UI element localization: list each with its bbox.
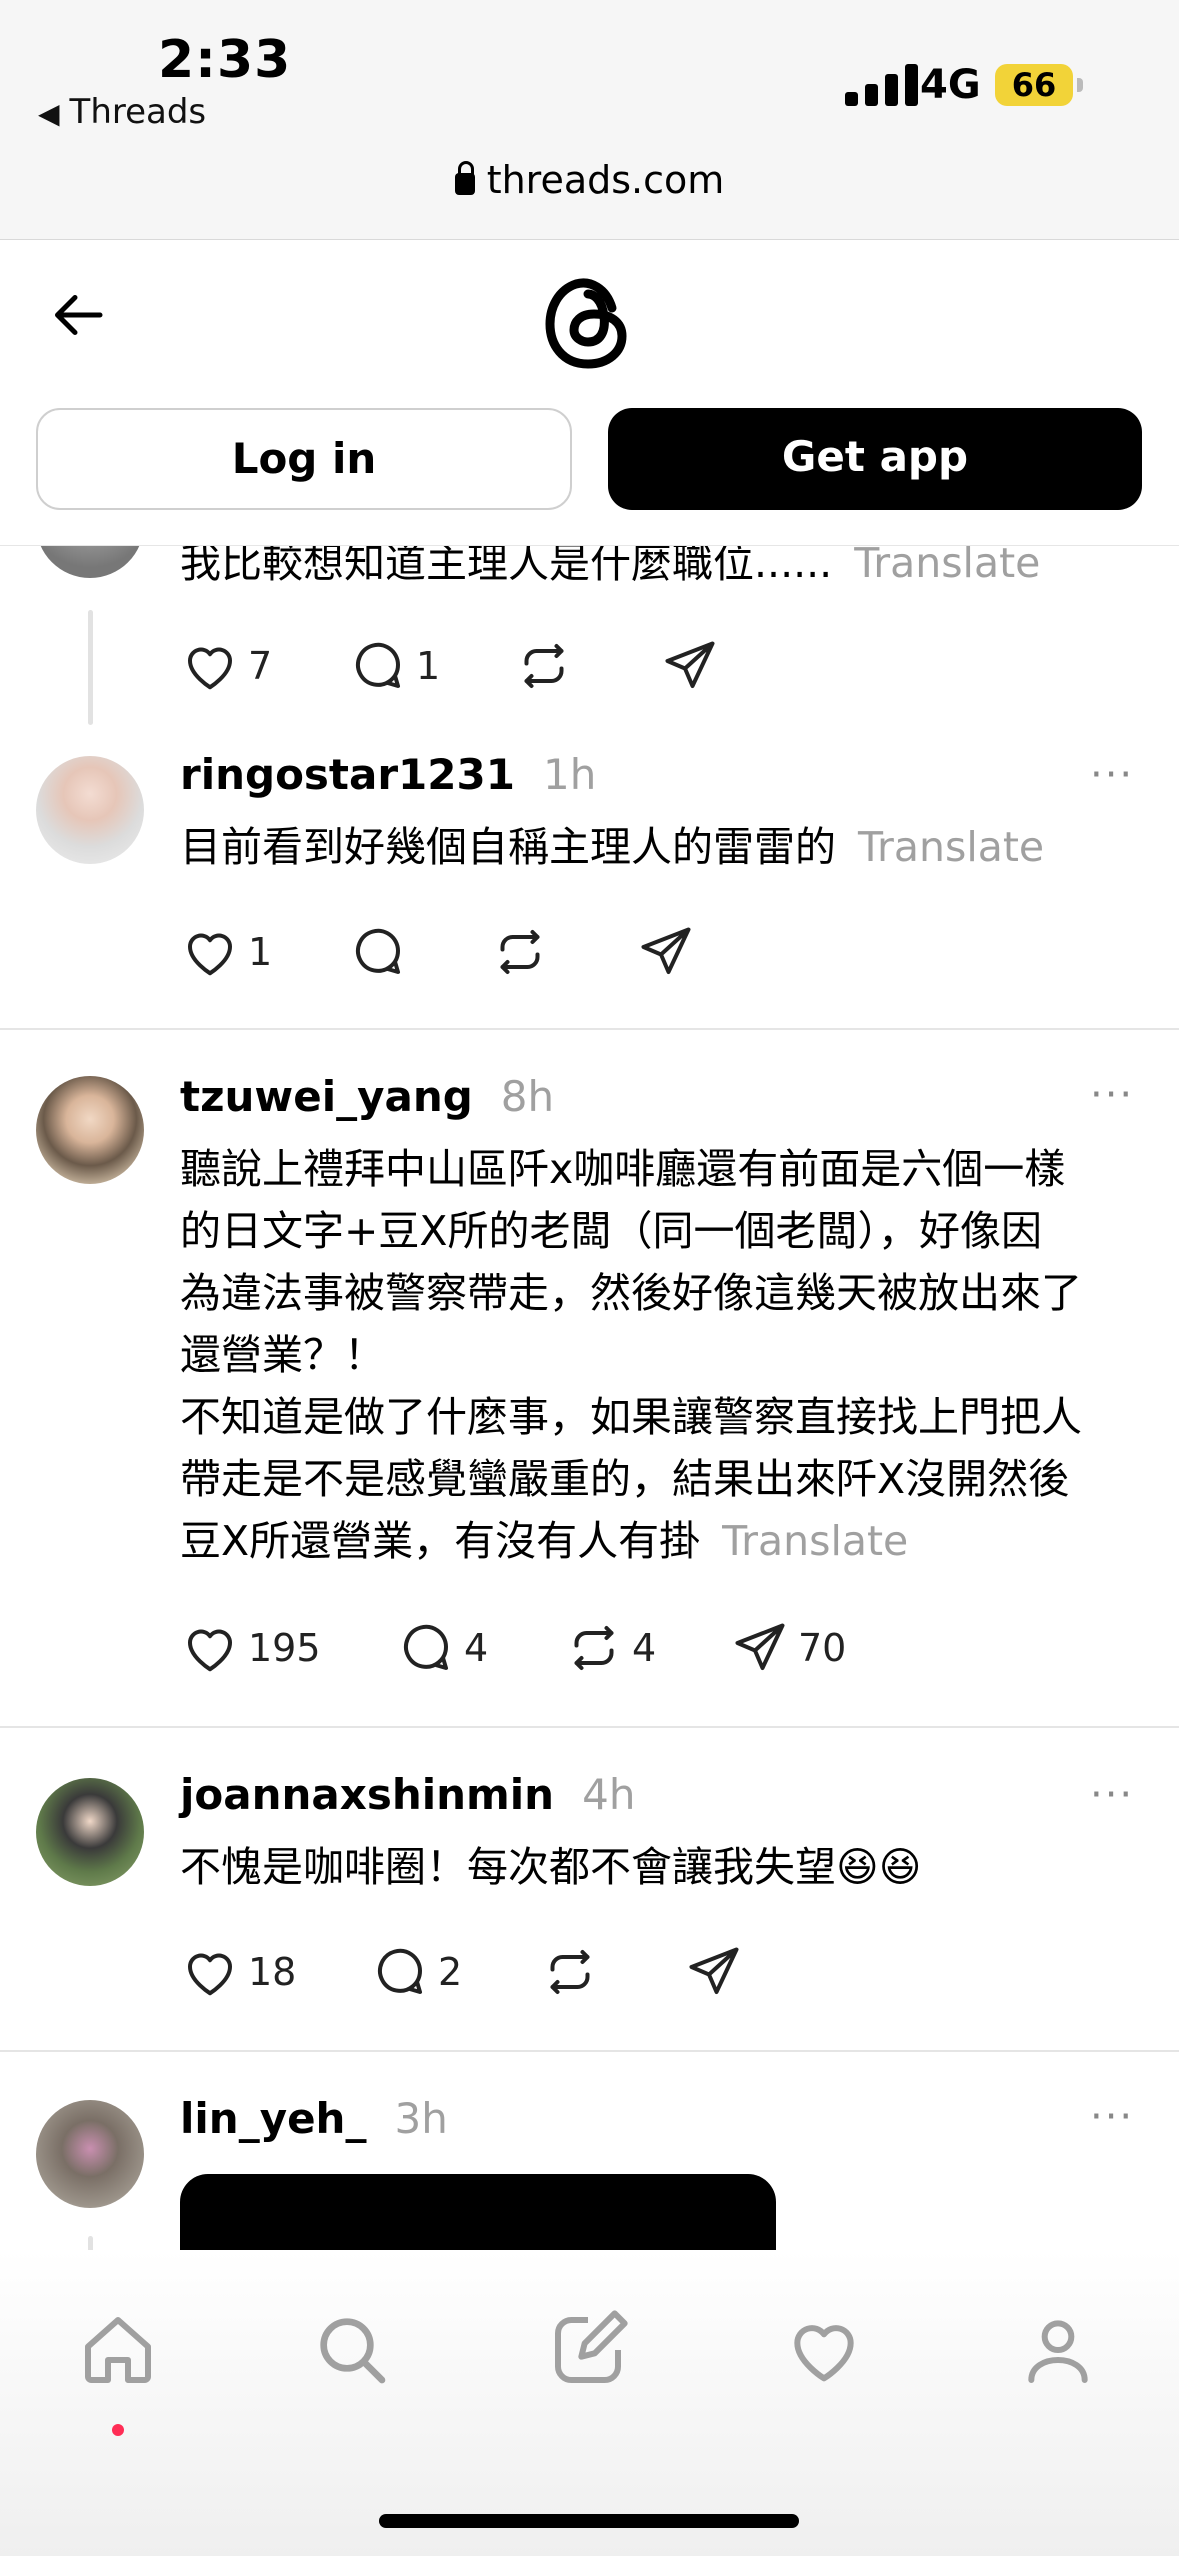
status-time: 2:33: [158, 30, 292, 90]
post-time: 3h: [394, 2094, 448, 2143]
repost-icon: [574, 1626, 614, 1670]
back-to-app-link[interactable]: ◀ Threads: [38, 92, 206, 132]
heart-icon: [187, 1953, 233, 1996]
notification-dot: [112, 2424, 124, 2436]
avatar[interactable]: [36, 756, 144, 864]
avatar[interactable]: [36, 1076, 144, 1184]
post-time: 4h: [582, 1770, 636, 1819]
translate-link[interactable]: Translate: [722, 1517, 908, 1565]
bottom-nav: [0, 2250, 1179, 2556]
like-button[interactable]: 7: [180, 636, 272, 696]
share-count: 70: [798, 1626, 847, 1670]
heart-icon: [187, 1629, 233, 1672]
search-icon[interactable]: [312, 2310, 392, 2390]
like-count: 195: [248, 1626, 321, 1670]
repost-button[interactable]: [490, 922, 558, 982]
compose-icon[interactable]: [548, 2310, 628, 2390]
signal-icon: [845, 62, 925, 106]
post-text: 不愧是咖啡圈！每次都不會讓我失望😆😆: [180, 1843, 922, 1891]
activity-heart-icon[interactable]: [784, 2310, 864, 2390]
like-count: 18: [248, 1950, 297, 1994]
like-count: 1: [248, 930, 273, 974]
repost-icon: [500, 930, 540, 974]
profile-icon[interactable]: [1018, 2310, 1098, 2390]
reply-count: 4: [464, 1626, 489, 1670]
home-icon[interactable]: [78, 2310, 158, 2390]
avatar[interactable]: [36, 1778, 144, 1886]
back-arrow-icon[interactable]: [50, 285, 110, 345]
browser-chrome: 2:33 ◀ Threads 4G 66 threads.com: [0, 0, 1179, 240]
share-button[interactable]: 70: [730, 1618, 846, 1678]
username[interactable]: tzuwei_yang 8h: [180, 1072, 554, 1121]
get-app-button[interactable]: Get app: [608, 408, 1142, 510]
reply-button[interactable]: 2: [370, 1942, 462, 2002]
login-button[interactable]: Log in: [36, 408, 572, 510]
more-options-button[interactable]: ···: [1090, 1072, 1134, 1118]
repost-button[interactable]: [540, 1942, 608, 2002]
reply-button[interactable]: [348, 922, 416, 982]
reply-button[interactable]: 1: [348, 636, 440, 696]
send-icon: [689, 1947, 739, 1994]
like-button[interactable]: 18: [180, 1942, 296, 2002]
share-button[interactable]: [684, 1942, 752, 2002]
send-icon: [735, 1623, 785, 1670]
reply-icon: [404, 1624, 449, 1670]
post-text: 聽說上禮拜中山區阡x咖啡廳還有前面是六個一樣 的日文字+豆X所的老闆（同一個老闆…: [180, 1145, 1082, 1565]
heart-icon: [187, 933, 233, 976]
lock-icon: [454, 161, 475, 195]
post-time: 8h: [500, 1072, 555, 1121]
repost-icon: [524, 644, 564, 688]
repost-count: 4: [632, 1626, 657, 1670]
heart-icon: [187, 647, 233, 690]
username[interactable]: joannaxshinmin 4h: [180, 1770, 635, 1819]
back-triangle-icon: ◀: [38, 97, 60, 130]
more-options-button[interactable]: ···: [1090, 2094, 1134, 2140]
translate-link[interactable]: Translate: [854, 539, 1040, 587]
reply-count: 2: [438, 1950, 463, 1994]
share-button[interactable]: [636, 922, 704, 982]
reply-icon: [356, 642, 401, 688]
more-options-button[interactable]: ···: [1090, 752, 1134, 798]
threads-logo-icon[interactable]: [542, 270, 634, 374]
battery-tip: [1077, 78, 1083, 92]
post-text: 目前看到好幾個自稱主理人的雷雷的 Translate: [180, 823, 1045, 871]
reply-button[interactable]: 4: [396, 1618, 488, 1678]
reply-count: 1: [416, 644, 441, 688]
share-button[interactable]: [660, 636, 728, 696]
divider: [0, 1726, 1179, 1728]
repost-button[interactable]: [514, 636, 582, 696]
network-type: 4G: [920, 62, 981, 108]
translate-link[interactable]: Translate: [858, 823, 1044, 871]
send-icon: [665, 641, 715, 688]
post-time: 1h: [542, 750, 597, 799]
username[interactable]: ringostar1231 1h: [180, 750, 596, 799]
home-indicator: [379, 2514, 799, 2528]
thread-line: [88, 610, 93, 725]
repost-button[interactable]: 4: [564, 1618, 656, 1678]
like-count: 7: [248, 644, 273, 688]
reply-icon: [378, 1948, 423, 1994]
reply-icon: [356, 928, 401, 974]
divider: [0, 1028, 1179, 1030]
repost-icon: [550, 1950, 590, 1994]
like-button[interactable]: 195: [180, 1618, 321, 1678]
more-options-button[interactable]: ···: [1090, 1772, 1134, 1818]
url-bar[interactable]: threads.com: [0, 158, 1179, 202]
battery-icon: 66: [995, 64, 1073, 106]
like-button[interactable]: 1: [180, 922, 272, 982]
username[interactable]: lin_yeh_ 3h: [180, 2094, 448, 2143]
divider: [0, 2050, 1179, 2052]
avatar[interactable]: [36, 2100, 144, 2208]
send-icon: [641, 927, 691, 974]
